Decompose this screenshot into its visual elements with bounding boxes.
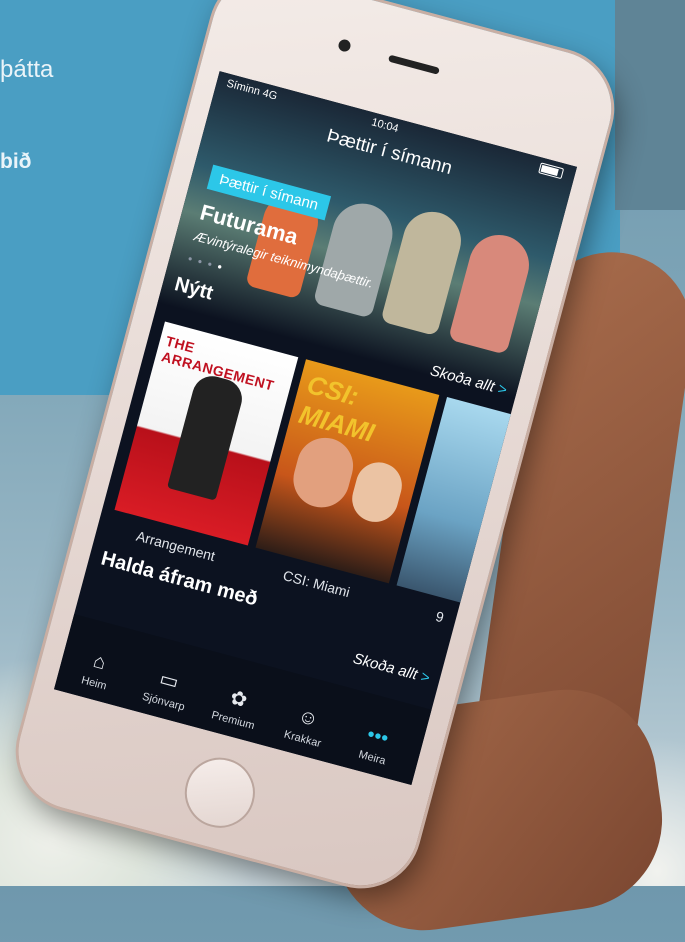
tab-kids[interactable]: ☺ Krakkar [267, 698, 345, 754]
poster-label: 9 [434, 607, 446, 626]
poster-artwork [287, 431, 360, 514]
background-corner [615, 0, 685, 210]
home-button[interactable] [177, 749, 263, 836]
tab-bar: ⌂ Heim ▭ Sjónvarp ✿ Premium ☺ Krakkar ••… [53, 613, 432, 786]
tab-label: Meira [357, 748, 387, 768]
promo-text-line-2: bið [0, 150, 32, 173]
battery-icon [538, 162, 565, 180]
section-title-continue: Halda áfram með [98, 547, 261, 611]
tab-tv[interactable]: ▭ Sjónvarp [128, 659, 206, 717]
tab-home[interactable]: ⌂ Heim [59, 642, 137, 698]
promo-text-line-1: þátta [0, 56, 54, 83]
clock: 10:04 [370, 116, 400, 136]
chevron-right-icon: > [418, 668, 432, 687]
earpiece-speaker [387, 54, 440, 75]
home-icon: ⌂ [90, 649, 109, 675]
poster-artwork [167, 371, 247, 501]
front-camera [337, 38, 352, 53]
see-all-continue-link[interactable]: Skoða allt > [351, 650, 432, 687]
hero-character-4 [447, 228, 536, 355]
kids-smiley-icon: ☺ [295, 704, 321, 732]
see-all-label: Skoða allt [351, 650, 420, 684]
more-dots-icon: ••• [364, 723, 391, 751]
tab-more[interactable]: ••• Meira [337, 717, 415, 773]
poster-artwork [347, 457, 408, 528]
tab-label: Heim [79, 674, 108, 693]
poster-label: CSI: Miami [281, 567, 352, 601]
tab-premium[interactable]: ✿ Premium [198, 678, 276, 736]
